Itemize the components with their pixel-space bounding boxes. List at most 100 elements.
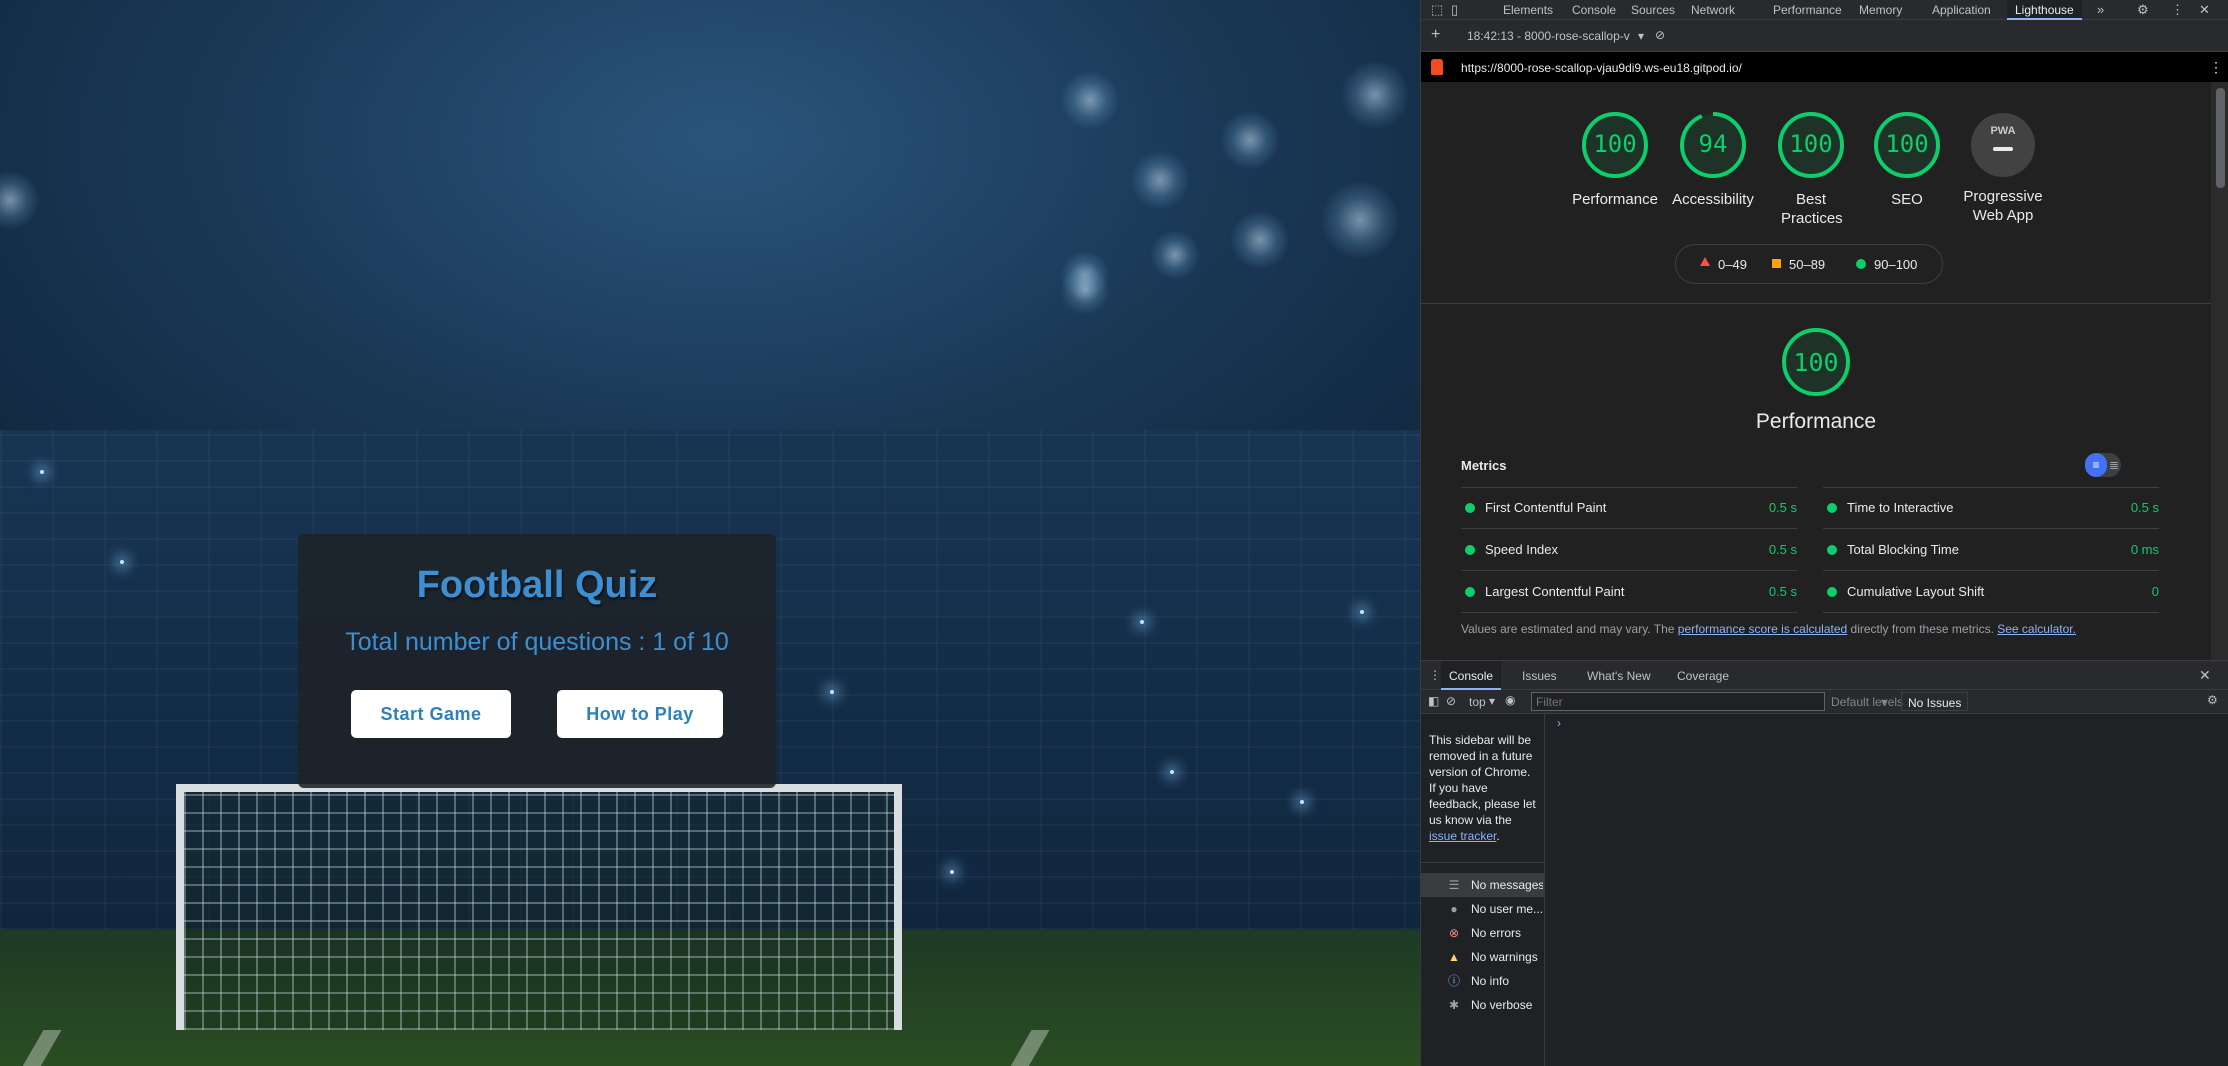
metric-largest-contentful-paint: Largest Contentful Paint 0.5 s: [1461, 571, 1797, 613]
new-report-icon[interactable]: +: [1431, 26, 1440, 44]
warning-icon: ▲: [1448, 950, 1460, 964]
performance-category-gauge: 100 Performance: [1738, 326, 1894, 434]
clear-console-icon[interactable]: ⊘: [1446, 694, 1456, 708]
collapsed-view-icon[interactable]: ≡: [2085, 453, 2107, 477]
how-to-play-button[interactable]: How to Play: [557, 690, 723, 738]
sidebar-item-errors[interactable]: ⊗ No errors: [1421, 921, 1545, 945]
chevron-down-icon[interactable]: ▾: [1489, 694, 1495, 708]
chevron-down-icon[interactable]: ▾: [1638, 29, 1644, 43]
tab-application[interactable]: Application: [1932, 3, 1991, 17]
drawer-tab-console[interactable]: Console: [1441, 661, 1502, 690]
pass-circle-icon: [1465, 587, 1475, 597]
stadium-light: [1340, 60, 1410, 130]
metric-value: 0 ms: [2130, 542, 2159, 557]
performance-score-link[interactable]: performance score is calculated: [1678, 622, 1847, 636]
score-legend: 0–49 50–89 90–100: [1675, 244, 1943, 284]
start-game-button[interactable]: Start Game: [351, 690, 511, 738]
drawer-tab-whats-new[interactable]: What's New: [1587, 669, 1651, 683]
metric-name: Largest Contentful Paint: [1485, 584, 1625, 599]
camera-flash: [40, 470, 44, 474]
sidebar-item-label: No verbose: [1471, 998, 1533, 1012]
stadium-light: [1060, 70, 1120, 130]
clear-reports-icon[interactable]: ⊘: [1655, 28, 1665, 42]
sidebar-item-label: No info: [1471, 974, 1510, 988]
note-text: directly from these metrics.: [1847, 622, 1998, 636]
metric-value: 0.5 s: [1768, 542, 1797, 557]
drawer-tab-issues[interactable]: Issues: [1522, 669, 1557, 683]
lighthouse-report: 100 Performance 94 Accessibility 100 Bes…: [1421, 82, 2211, 660]
quiz-card: Football Quiz Total number of questions …: [298, 534, 776, 788]
pwa-badge-icon: PWA: [1971, 113, 2035, 177]
more-tabs-icon[interactable]: »: [2097, 2, 2104, 17]
score-gauge-seo[interactable]: 100 SEO: [1859, 110, 1955, 209]
tab-lighthouse[interactable]: Lighthouse: [2007, 0, 2082, 20]
sidebar-item-user-messages[interactable]: ● No user me...: [1421, 897, 1545, 921]
context-selector[interactable]: top: [1469, 695, 1486, 709]
tab-network[interactable]: Network: [1691, 3, 1735, 17]
legend-average: 50–89: [1789, 257, 1826, 272]
live-expression-eye-icon[interactable]: ◉: [1505, 693, 1515, 707]
log-levels-dropdown[interactable]: Default levels: [1831, 695, 1903, 709]
more-options-icon[interactable]: ⋮: [2171, 2, 2184, 18]
sidebar-item-info[interactable]: ⓘ No info: [1421, 969, 1545, 993]
see-calculator-link[interactable]: See calculator.: [1997, 622, 2076, 636]
metric-cumulative-layout-shift: Cumulative Layout Shift 0: [1823, 571, 2159, 613]
sidebar-toggle-icon[interactable]: ◧: [1428, 694, 1439, 708]
devtools-tab-bar: ⬚ ▯ Elements Console Sources Network Per…: [1421, 0, 2228, 20]
settings-gear-icon[interactable]: ⚙: [2137, 2, 2149, 18]
report-menu-icon[interactable]: ⋮: [2209, 59, 2223, 76]
chevron-down-icon[interactable]: ▾: [1881, 695, 1887, 709]
sidebar-item-verbose[interactable]: ✱ No verbose: [1421, 993, 1545, 1017]
deprecation-text: This sidebar will be removed in a future…: [1429, 733, 1536, 827]
legend-pass: 90–100: [1874, 257, 1918, 272]
issues-count-button[interactable]: No Issues: [1901, 692, 1969, 711]
gauge-score: 100: [1789, 130, 1833, 158]
metrics-view-toggle[interactable]: ≡ ≣: [2085, 453, 2121, 477]
sidebar-item-warnings[interactable]: ▲ No warnings: [1421, 945, 1545, 969]
expanded-view-icon[interactable]: ≣: [2109, 453, 2119, 477]
bug-icon: ✱: [1448, 998, 1460, 1012]
drawer-tab-coverage[interactable]: Coverage: [1677, 669, 1729, 683]
tab-sources[interactable]: Sources: [1631, 3, 1675, 17]
metric-name: Time to Interactive: [1847, 500, 1954, 515]
issue-tracker-link[interactable]: issue tracker: [1429, 829, 1496, 843]
pwa-badge-text: PWA: [1990, 125, 2016, 137]
report-selector[interactable]: 18:42:13 - 8000-rose-scallop-v: [1467, 29, 1630, 43]
close-devtools-icon[interactable]: ✕: [2199, 2, 2210, 18]
tab-elements[interactable]: Elements: [1503, 3, 1553, 17]
report-url[interactable]: https://8000-rose-scallop-vjau9di9.ws-eu…: [1461, 61, 1742, 75]
console-sidebar: This sidebar will be removed in a future…: [1421, 714, 1545, 1066]
metric-name: Total Blocking Time: [1847, 542, 1959, 557]
score-gauge-performance[interactable]: 100 Performance: [1567, 110, 1663, 209]
drawer-menu-icon[interactable]: ⋮: [1429, 668, 1441, 682]
metric-value: 0: [2151, 584, 2159, 599]
scrollbar-thumb[interactable]: [2216, 88, 2225, 188]
score-gauge-accessibility[interactable]: 94 Accessibility: [1665, 110, 1761, 209]
stadium-light: [1220, 110, 1280, 170]
tab-performance[interactable]: Performance: [1773, 3, 1842, 17]
tab-console[interactable]: Console: [1572, 3, 1616, 17]
tab-memory[interactable]: Memory: [1859, 3, 1902, 17]
score-gauge-pwa[interactable]: PWA Progressive Web App: [1955, 110, 2051, 225]
drawer-tab-bar: ⋮ Console Issues What's New Coverage ✕: [1421, 660, 2228, 690]
metric-value: 0.5 s: [2130, 500, 2159, 515]
metric-name: First Contentful Paint: [1485, 500, 1607, 515]
console-filter-input[interactable]: [1531, 692, 1825, 711]
console-settings-icon[interactable]: ⚙: [2207, 693, 2218, 707]
report-scrollbar[interactable]: [2211, 82, 2228, 660]
camera-flash: [830, 690, 834, 694]
camera-flash: [1360, 610, 1364, 614]
score-gauge-best-practices[interactable]: 100 Best Practices: [1763, 110, 1859, 228]
gauge-label: Accessibility: [1672, 191, 1754, 208]
sidebar-item-messages[interactable]: ☰ No messages: [1421, 873, 1545, 897]
lighthouse-toolbar: + 18:42:13 - 8000-rose-scallop-v ▾ ⊘: [1421, 20, 2228, 52]
inspect-element-icon[interactable]: ⬚: [1431, 2, 1443, 18]
webpage-viewport: Football Quiz Total number of questions …: [0, 0, 1420, 1066]
metric-first-contentful-paint: First Contentful Paint 0.5 s: [1461, 487, 1797, 529]
console-prompt-icon[interactable]: ›: [1557, 716, 1561, 730]
sidebar-deprecation-message: This sidebar will be removed in a future…: [1429, 732, 1539, 844]
section-divider: [1421, 303, 2211, 304]
fail-triangle-icon: [1700, 257, 1710, 266]
device-toolbar-icon[interactable]: ▯: [1451, 2, 1458, 18]
close-drawer-icon[interactable]: ✕: [2199, 667, 2211, 684]
